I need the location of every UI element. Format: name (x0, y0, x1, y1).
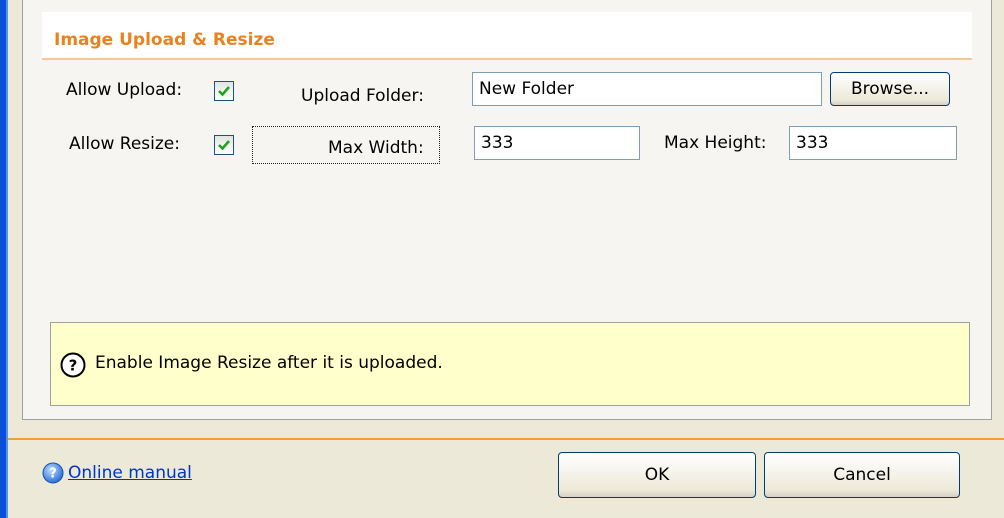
section-underline (42, 58, 972, 60)
allow-upload-label: Allow Upload: (66, 80, 183, 100)
allow-resize-label: Allow Resize: (69, 134, 180, 154)
upload-folder-label: Upload Folder: (301, 86, 424, 106)
cancel-button[interactable]: Cancel (764, 452, 960, 498)
section-header: Image Upload & Resize (42, 12, 972, 60)
question-circle-icon: ? (60, 352, 86, 378)
browse-button[interactable]: Browse... (830, 72, 950, 106)
allow-upload-checkbox[interactable] (214, 81, 234, 101)
max-height-input[interactable] (789, 126, 957, 160)
online-manual-link[interactable]: ? Online manual (42, 462, 192, 484)
panel-separator (8, 438, 1004, 440)
allow-resize-checkbox[interactable] (214, 135, 234, 155)
section-title: Image Upload & Resize (54, 30, 275, 50)
max-height-label: Max Height: (664, 133, 767, 153)
help-box: ? Enable Image Resize after it is upload… (50, 322, 970, 406)
online-manual-text[interactable]: Online manual (68, 463, 192, 483)
help-globe-icon: ? (42, 462, 64, 484)
window-left-border-inner (6, 0, 8, 518)
help-text: Enable Image Resize after it is uploaded… (95, 353, 443, 373)
max-width-label: Max Width: (328, 138, 424, 158)
svg-text:?: ? (69, 357, 78, 375)
upload-folder-input[interactable] (472, 72, 822, 106)
check-icon (218, 86, 230, 97)
max-width-input[interactable] (474, 126, 640, 160)
ok-button[interactable]: OK (558, 452, 756, 498)
svg-text:?: ? (49, 467, 57, 482)
check-icon (218, 140, 230, 151)
